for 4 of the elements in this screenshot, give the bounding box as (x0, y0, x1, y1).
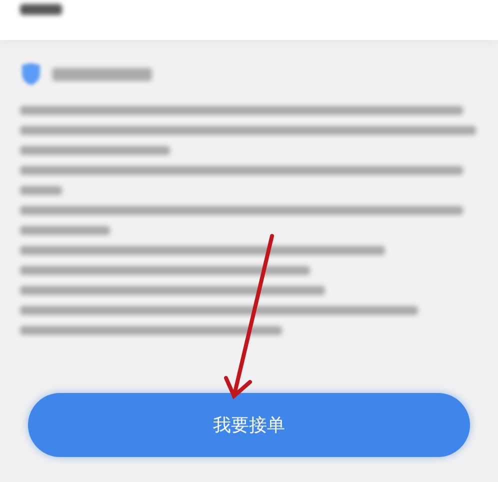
blurred-text-line (20, 186, 62, 195)
submit-button[interactable]: 我要接单 (28, 393, 470, 457)
blurred-title (20, 4, 62, 15)
shield-icon (20, 62, 42, 86)
